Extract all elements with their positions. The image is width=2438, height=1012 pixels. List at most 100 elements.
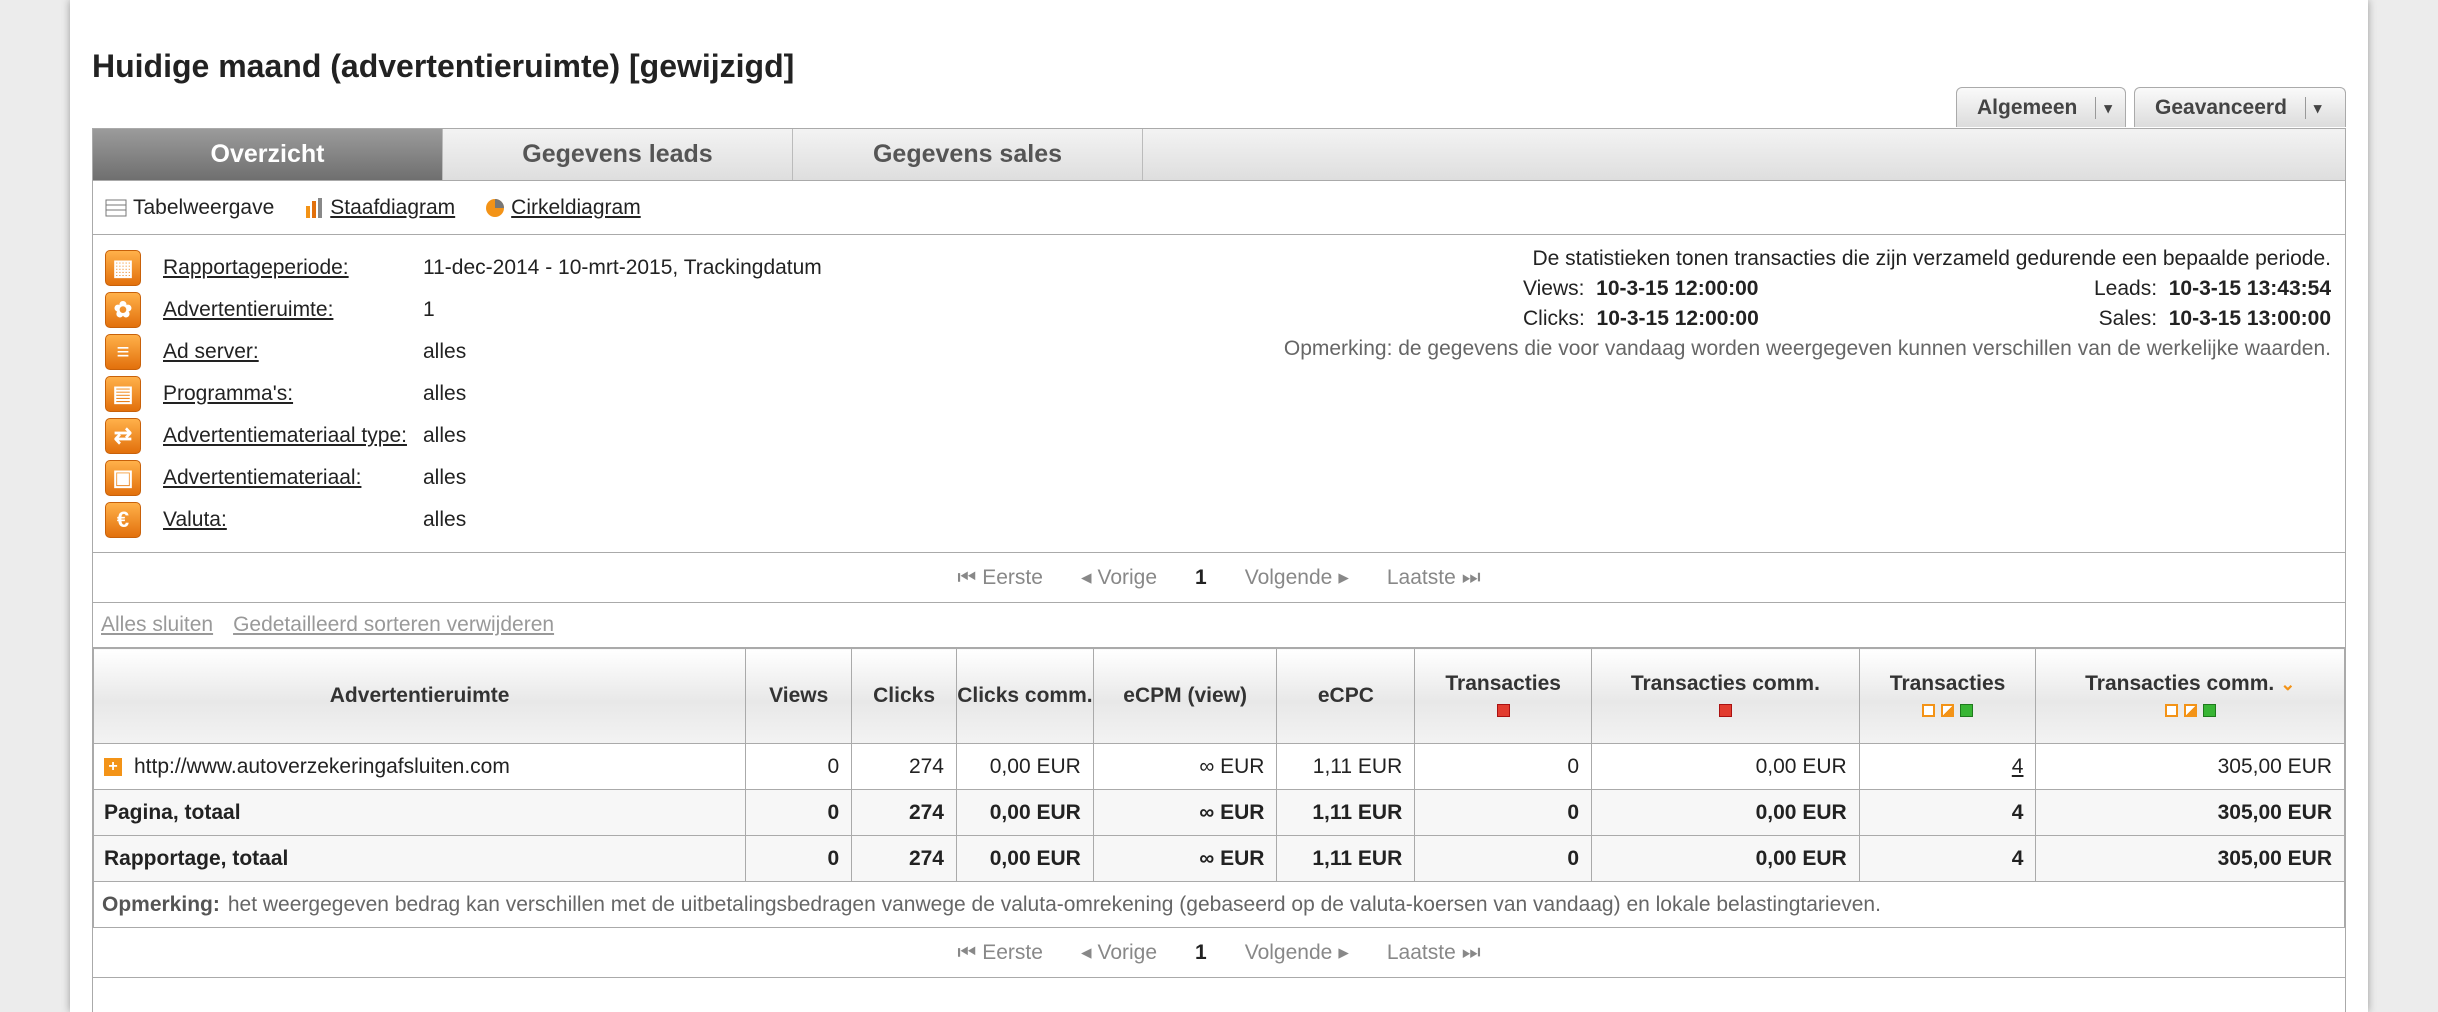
- sort-desc-icon[interactable]: ⌄: [2280, 674, 2295, 694]
- report-info: ▦ Rapportageperiode: 11-dec-2014 - 10-mr…: [93, 235, 2345, 553]
- filter-label-material[interactable]: Advertentiemateriaal:: [163, 466, 423, 490]
- next-page-icon: ▸: [1338, 941, 1349, 964]
- transactions-link[interactable]: 4: [2012, 755, 2024, 778]
- pager-last-label: Laatste: [1386, 940, 1456, 964]
- views-value: 10-3-15 12:00:00: [1596, 277, 1759, 300]
- transactions-cell: 4: [1858, 835, 2037, 882]
- prev-page-icon: ◂: [1080, 941, 1092, 964]
- status-approved-icon: [1960, 703, 1974, 717]
- stats-panel: De statistieken tonen transacties die zi…: [1231, 247, 2331, 367]
- stats-intro: De statistieken tonen transacties die zi…: [1532, 247, 2331, 270]
- col-header-transactions-open-comm-label: Transacties comm.: [1630, 672, 1820, 695]
- filter-value-period: 11-dec-2014 - 10-mrt-2015, Trackingdatum: [423, 256, 822, 279]
- pager-last[interactable]: Laatste ⏭: [1387, 566, 1481, 590]
- col-header-transactions[interactable]: Transacties: [1858, 648, 2037, 744]
- col-header-ecpc[interactable]: eCPC: [1276, 648, 1416, 744]
- bar-chart-option[interactable]: Staafdiagram: [304, 196, 455, 220]
- clicks-comm-cell: 0,00 EUR: [956, 743, 1094, 790]
- col-header-ecpm[interactable]: eCPM (view): [1092, 648, 1278, 744]
- transactions-open-comm-cell: 0,00 EUR: [1591, 789, 1860, 836]
- geavanceerd-label: Geavanceerd: [2155, 95, 2287, 119]
- filter-value-currency: alles: [423, 508, 467, 531]
- report-page: Huidige maand (advertentieruimte) [gewij…: [70, 0, 2368, 1012]
- pager-first-label: Eerste: [982, 565, 1043, 589]
- geavanceerd-button[interactable]: Geavanceerd ▾: [2134, 87, 2346, 127]
- col-header-transactions-comm[interactable]: Transacties comm. ⌄: [2035, 648, 2345, 744]
- pie-chart-icon: [486, 198, 505, 217]
- col-header-transactions-open-label: Transacties: [1445, 672, 1561, 695]
- col-header-transactions-open[interactable]: Transacties: [1414, 648, 1593, 744]
- status-pending-icon: [1941, 703, 1955, 717]
- grid-icon: ▤: [105, 376, 141, 412]
- ecpm-cell: ∞ EUR: [1092, 743, 1278, 790]
- filter-row: € Valuta: alles: [105, 499, 822, 541]
- clicks-cell: 274: [851, 789, 957, 836]
- filter-value-material-type: alles: [423, 424, 467, 447]
- pager-first[interactable]: ⏮ Eerste: [957, 566, 1043, 590]
- pager-prev-label: Vorige: [1097, 565, 1158, 589]
- pager-current: 1: [1195, 940, 1207, 964]
- expand-icon[interactable]: +: [104, 757, 122, 776]
- leads-label: Leads:: [2093, 277, 2158, 300]
- adspace-cell: + http://www.autoverzekeringafsluiten.com: [92, 743, 747, 790]
- leads-value: 10-3-15 13:43:54: [2168, 277, 2331, 300]
- pie-chart-option[interactable]: Cirkeldiagram: [485, 196, 641, 220]
- col-header-adspace[interactable]: Advertentieruimte: [92, 648, 747, 744]
- filter-label-currency[interactable]: Valuta:: [163, 508, 423, 532]
- tab-overzicht[interactable]: Overzicht: [93, 129, 443, 180]
- pager-top: ⏮ Eerste ◂ Vorige 1 Volgende ▸ Laatste ⏭: [93, 553, 2345, 603]
- table-actions: Alles sluiten Gedetailleerd sorteren ver…: [93, 603, 2345, 648]
- filter-label-adspace[interactable]: Advertentieruimte:: [163, 298, 423, 322]
- remove-sort-link[interactable]: Gedetailleerd sorteren verwijderen: [233, 613, 554, 637]
- close-all-link[interactable]: Alles sluiten: [101, 613, 213, 637]
- pager-last[interactable]: Laatste ⏭: [1387, 941, 1481, 965]
- pager-next[interactable]: Volgende ▸: [1245, 565, 1349, 590]
- views-cell: 0: [745, 789, 853, 836]
- col-header-transactions-open-comm[interactable]: Transacties comm.: [1591, 648, 1860, 744]
- chevron-down-icon[interactable]: ▾: [2304, 96, 2330, 119]
- top-buttons: Algemeen ▾ Geavanceerd ▾: [1956, 87, 2346, 127]
- pager-bottom: ⏮ Eerste ◂ Vorige 1 Volgende ▸ Laatste ⏭: [93, 928, 2345, 978]
- filter-value-adspace: 1: [423, 298, 435, 321]
- pager-current: 1: [1195, 565, 1207, 589]
- filter-label-programs[interactable]: Programma's:: [163, 382, 423, 406]
- col-header-clicks[interactable]: Clicks: [851, 648, 957, 744]
- filter-label-period[interactable]: Rapportageperiode:: [163, 256, 423, 280]
- transactions-open-cell: 0: [1414, 789, 1593, 836]
- col-header-views[interactable]: Views: [745, 648, 853, 744]
- page-title: Huidige maand (advertentieruimte) [gewij…: [92, 48, 795, 84]
- pager-next[interactable]: Volgende ▸: [1245, 940, 1349, 965]
- tab-gegevens-sales[interactable]: Gegevens sales: [793, 129, 1143, 180]
- table-view-option[interactable]: Tabelweergave: [105, 196, 274, 220]
- col-header-transactions-label: Transacties: [1889, 672, 2006, 695]
- col-header-clicks-comm[interactable]: Clicks comm.: [956, 648, 1094, 744]
- clicks-comm-cell: 0,00 EUR: [956, 789, 1094, 836]
- clicks-comm-cell: 0,00 EUR: [956, 835, 1094, 882]
- network-icon: ✿: [105, 292, 141, 328]
- algemeen-button[interactable]: Algemeen ▾: [1956, 87, 2126, 127]
- pager-prev[interactable]: ◂ Vorige: [1081, 940, 1157, 965]
- pager-prev[interactable]: ◂ Vorige: [1081, 565, 1157, 590]
- clicks-value: 10-3-15 12:00:00: [1596, 307, 1759, 330]
- table-row: + http://www.autoverzekeringafsluiten.com…: [92, 743, 2345, 790]
- transactions-comm-cell: 305,00 EUR: [2035, 743, 2345, 790]
- last-page-icon: ⏭: [1461, 565, 1481, 589]
- filter-label-material-type[interactable]: Advertentiemateriaal type:: [163, 424, 423, 448]
- transactions-open-cell: 0: [1414, 743, 1593, 790]
- first-page-icon: ⏮: [957, 565, 977, 589]
- clicks-cell: 274: [851, 743, 957, 790]
- material-type-icon: ⇄: [105, 418, 141, 454]
- page-total-row: Pagina, totaal 0 274 0,00 EUR ∞ EUR 1,11…: [92, 789, 2345, 836]
- filter-list: ▦ Rapportageperiode: 11-dec-2014 - 10-mr…: [105, 247, 822, 541]
- filter-label-adserver[interactable]: Ad server:: [163, 340, 423, 364]
- table-header-row: Advertentieruimte Views Clicks Clicks co…: [92, 648, 2345, 744]
- stats-note: Opmerking: de gegevens die voor vandaag …: [1283, 337, 2331, 360]
- chevron-down-icon[interactable]: ▾: [2095, 96, 2120, 119]
- pager-first[interactable]: ⏮ Eerste: [957, 941, 1043, 965]
- views-label: Views:: [1523, 277, 1585, 300]
- report-frame: Overzicht Gegevens leads Gegevens sales …: [92, 128, 2346, 1012]
- filter-value-adserver: alles: [423, 340, 467, 363]
- tab-gegevens-leads[interactable]: Gegevens leads: [443, 129, 793, 180]
- prev-page-icon: ◂: [1080, 566, 1092, 589]
- filter-row: ▣ Advertentiemateriaal: alles: [105, 457, 822, 499]
